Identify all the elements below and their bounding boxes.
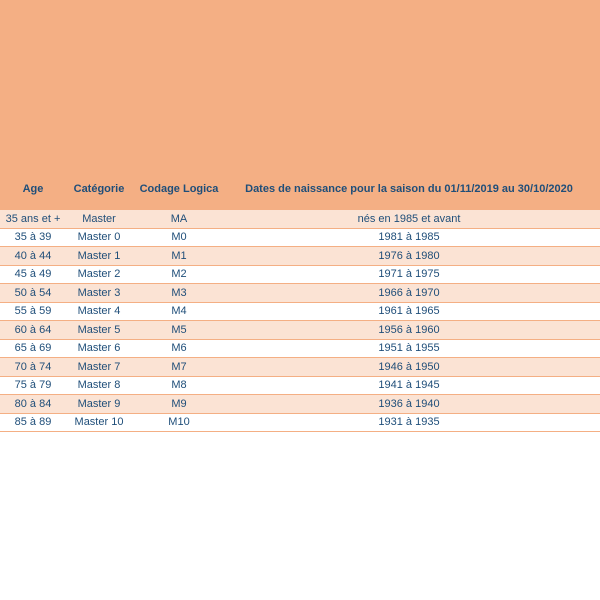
cell-age: 35 à 39: [14, 231, 52, 244]
table-row: 75 à 79 Master 8 M8 1941 à 1945: [0, 376, 600, 395]
cell-codage: M2: [171, 268, 187, 281]
cell-age: 55 à 59: [14, 305, 52, 318]
cell-dates: 1951 à 1955: [378, 342, 440, 355]
cell-codage: M1: [171, 249, 187, 262]
cell-age: 80 à 84: [14, 397, 52, 410]
cell-dates: 1941 à 1945: [378, 379, 440, 392]
table-row: 35 à 39 Master 0 M0 1981 à 1985: [0, 228, 600, 247]
cell-dates: 1931 à 1935: [378, 416, 440, 429]
header-dates-naissance: Dates de naissance pour la saison du 01/…: [245, 183, 573, 195]
cell-dates: 1981 à 1985: [378, 231, 440, 244]
header-categorie: Catégorie: [73, 183, 125, 195]
table-row: 65 à 69 Master 6 M6 1951 à 1955: [0, 339, 600, 358]
masters-table: Age Catégorie Codage Logica Dates de nai…: [0, 175, 600, 432]
table-row: 60 à 64 Master 5 M5 1956 à 1960: [0, 321, 600, 340]
cell-categorie: Master 0: [77, 231, 121, 244]
cell-categorie: Master 5: [77, 323, 121, 336]
table-row: 50 à 54 Master 3 M3 1966 à 1970: [0, 284, 600, 303]
cell-age: 60 à 64: [14, 323, 52, 336]
table-row: 70 à 74 Master 7 M7 1946 à 1950: [0, 358, 600, 377]
cell-categorie: Master: [82, 212, 116, 225]
cell-codage: M10: [168, 416, 190, 429]
cell-dates: 1936 à 1940: [378, 397, 440, 410]
cell-dates: nés en 1985 et avant: [357, 212, 461, 225]
page: Age Catégorie Codage Logica Dates de nai…: [0, 0, 600, 600]
cell-codage: M4: [171, 305, 187, 318]
cell-codage: M6: [171, 342, 187, 355]
cell-codage: M5: [171, 323, 187, 336]
cell-age: 45 à 49: [14, 268, 52, 281]
cell-categorie: Master 10: [74, 416, 124, 429]
cell-age: 70 à 74: [14, 360, 52, 373]
table-row: 40 à 44 Master 1 M1 1976 à 1980: [0, 247, 600, 266]
cell-categorie: Master 9: [77, 397, 121, 410]
cell-dates: 1946 à 1950: [378, 360, 440, 373]
cell-categorie: Master 3: [77, 286, 121, 299]
cell-age: 85 à 89: [14, 416, 52, 429]
cell-dates: 1971 à 1975: [378, 268, 440, 281]
cell-age: 75 à 79: [14, 379, 52, 392]
table-header-row: Age Catégorie Codage Logica Dates de nai…: [0, 175, 600, 210]
cell-age: 35 ans et +: [5, 212, 61, 225]
table-row: 85 à 89 Master 10 M10 1931 à 1935: [0, 413, 600, 432]
table-row: 80 à 84 Master 9 M9 1936 à 1940: [0, 395, 600, 414]
header-age: Age: [22, 183, 44, 195]
cell-codage: M3: [171, 286, 187, 299]
cell-codage: MA: [170, 212, 188, 225]
table-row: 35 ans et + Master MA nés en 1985 et ava…: [0, 210, 600, 229]
cell-categorie: Master 1: [77, 249, 121, 262]
cell-categorie: Master 8: [77, 379, 121, 392]
cell-dates: 1966 à 1970: [378, 286, 440, 299]
cell-codage: M8: [171, 379, 187, 392]
cell-categorie: Master 6: [77, 342, 121, 355]
cell-categorie: Master 7: [77, 360, 121, 373]
table-row: 55 à 59 Master 4 M4 1961 à 1965: [0, 302, 600, 321]
cell-age: 50 à 54: [14, 286, 52, 299]
cell-dates: 1976 à 1980: [378, 249, 440, 262]
cell-dates: 1956 à 1960: [378, 323, 440, 336]
cell-categorie: Master 4: [77, 305, 121, 318]
header-codage-logica: Codage Logica: [139, 183, 219, 195]
cell-codage: M0: [171, 231, 187, 244]
cell-age: 65 à 69: [14, 342, 52, 355]
cell-codage: M9: [171, 397, 187, 410]
cell-dates: 1961 à 1965: [378, 305, 440, 318]
cell-categorie: Master 2: [77, 268, 121, 281]
table-row: 45 à 49 Master 2 M2 1971 à 1975: [0, 265, 600, 284]
cell-age: 40 à 44: [14, 249, 52, 262]
cell-codage: M7: [171, 360, 187, 373]
